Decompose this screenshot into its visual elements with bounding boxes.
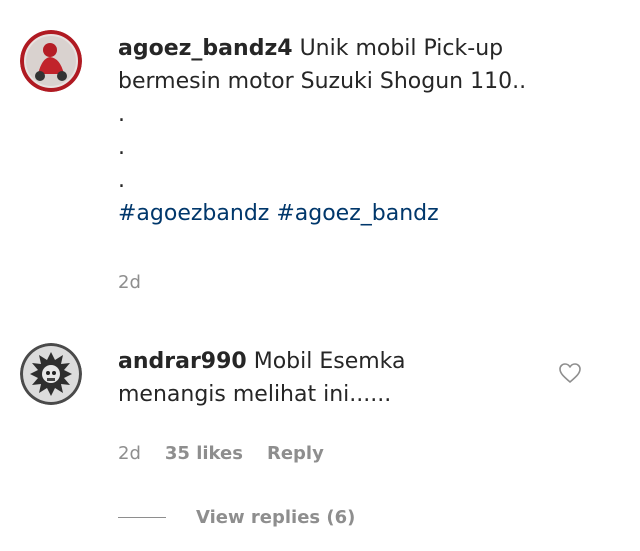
reply-button[interactable]: Reply: [267, 443, 324, 464]
avatar-image: [20, 30, 82, 92]
caption-meta: 2d: [118, 272, 141, 293]
view-replies-button[interactable]: View replies (6): [118, 507, 355, 528]
caption-time[interactable]: 2d: [118, 272, 141, 293]
comment-username[interactable]: andrar990: [118, 349, 247, 374]
comment-text-1: Mobil Esemka: [253, 349, 406, 374]
like-button[interactable]: [558, 362, 582, 384]
caption-dot-3: .: [118, 168, 125, 193]
view-replies-label[interactable]: View replies (6): [196, 507, 355, 528]
comment-likes[interactable]: 35 likes: [165, 443, 243, 464]
comment-body: andrar990 Mobil Esemka menangis melihat …: [118, 345, 588, 411]
caption-text-2: bermesin motor Suzuki Shogun 110..: [118, 69, 527, 94]
caption-dot-1: .: [118, 102, 125, 127]
heart-outline-icon: [559, 363, 581, 383]
view-replies-line: [118, 517, 166, 518]
comment-text-2: menangis melihat ini......: [118, 382, 392, 407]
caption-username[interactable]: agoez_bandz4: [118, 36, 293, 61]
comment-time[interactable]: 2d: [118, 443, 141, 464]
avatar-andrar990[interactable]: [20, 343, 82, 405]
caption-dot-2: .: [118, 135, 125, 160]
avatar-image: [20, 343, 82, 405]
avatar-agoez[interactable]: [20, 30, 82, 92]
caption-text-1: Unik mobil Pick-up: [299, 36, 504, 61]
caption-body: agoez_bandz4 Unik mobil Pick-up bermesin…: [118, 32, 588, 230]
caption-hashtags[interactable]: #agoezbandz #agoez_bandz: [118, 201, 439, 226]
comment-meta: 2d 35 likes Reply: [118, 443, 324, 464]
